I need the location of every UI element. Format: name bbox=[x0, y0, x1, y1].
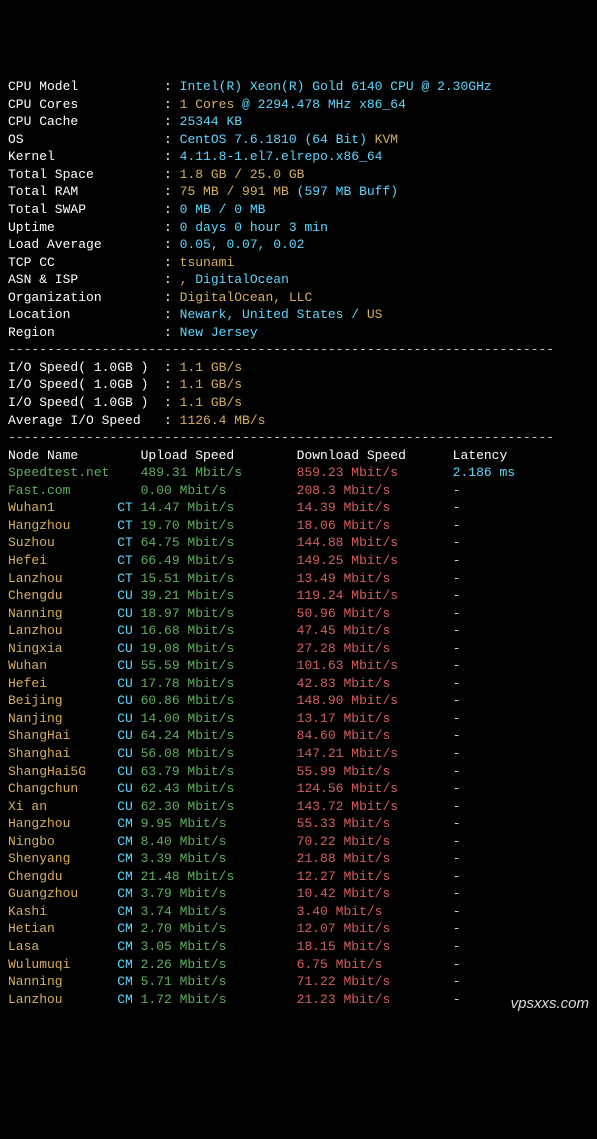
speed-row: Chengdu CM 21.48 Mbit/s 12.27 Mbit/s - bbox=[8, 868, 589, 886]
io-avg-row: Average I/O Speed : 1126.4 MB/s bbox=[8, 412, 589, 430]
sysinfo-row: Location : Newark, United States / US bbox=[8, 306, 589, 324]
speed-row: Nanning CU 18.97 Mbit/s 50.96 Mbit/s - bbox=[8, 605, 589, 623]
speed-row: Nanjing CU 14.00 Mbit/s 13.17 Mbit/s - bbox=[8, 710, 589, 728]
speed-row: Wuhan CU 55.59 Mbit/s 101.63 Mbit/s - bbox=[8, 657, 589, 675]
speed-row: Nanning CM 5.71 Mbit/s 71.22 Mbit/s - bbox=[8, 973, 589, 991]
speed-row: Beijing CU 60.86 Mbit/s 148.90 Mbit/s - bbox=[8, 692, 589, 710]
speed-row: Chengdu CU 39.21 Mbit/s 119.24 Mbit/s - bbox=[8, 587, 589, 605]
sysinfo-row: CPU Cache : 25344 KB bbox=[8, 113, 589, 131]
speed-row: Hefei CT 66.49 Mbit/s 149.25 Mbit/s - bbox=[8, 552, 589, 570]
speed-row: Changchun CU 62.43 Mbit/s 124.56 Mbit/s … bbox=[8, 780, 589, 798]
speed-row: ShangHai CU 64.24 Mbit/s 84.60 Mbit/s - bbox=[8, 727, 589, 745]
sysinfo-row: Kernel : 4.11.8-1.el7.elrepo.x86_64 bbox=[8, 148, 589, 166]
sysinfo-row: Organization : DigitalOcean, LLC bbox=[8, 289, 589, 307]
speed-row: Hangzhou CT 19.70 Mbit/s 18.06 Mbit/s - bbox=[8, 517, 589, 535]
speed-row: Fast.com 0.00 Mbit/s 208.3 Mbit/s - bbox=[8, 482, 589, 500]
speed-row: Suzhou CT 64.75 Mbit/s 144.88 Mbit/s - bbox=[8, 534, 589, 552]
speed-row: Ningbo CM 8.40 Mbit/s 70.22 Mbit/s - bbox=[8, 833, 589, 851]
speed-row: Lanzhou CT 15.51 Mbit/s 13.49 Mbit/s - bbox=[8, 570, 589, 588]
sysinfo-row: Total SWAP : 0 MB / 0 MB bbox=[8, 201, 589, 219]
terminal-output: CPU Model : Intel(R) Xeon(R) Gold 6140 C… bbox=[8, 78, 589, 1008]
separator: ----------------------------------------… bbox=[8, 429, 589, 447]
sysinfo-row: OS : CentOS 7.6.1810 (64 Bit) KVM bbox=[8, 131, 589, 149]
speed-row: Hetian CM 2.70 Mbit/s 12.07 Mbit/s - bbox=[8, 920, 589, 938]
sysinfo-row: Region : New Jersey bbox=[8, 324, 589, 342]
speed-row: Lanzhou CM 1.72 Mbit/s 21.23 Mbit/s - bbox=[8, 991, 589, 1009]
speed-row: Hefei CU 17.78 Mbit/s 42.83 Mbit/s - bbox=[8, 675, 589, 693]
speed-header-row: Node Name Upload Speed Download Speed La… bbox=[8, 447, 589, 465]
speed-row: Wulumuqi CM 2.26 Mbit/s 6.75 Mbit/s - bbox=[8, 956, 589, 974]
io-row: I/O Speed( 1.0GB ) : 1.1 GB/s bbox=[8, 394, 589, 412]
sysinfo-row: ASN & ISP : , DigitalOcean bbox=[8, 271, 589, 289]
speed-row: ShangHai5G CU 63.79 Mbit/s 55.99 Mbit/s … bbox=[8, 763, 589, 781]
sysinfo-row: CPU Cores : 1 Cores @ 2294.478 MHz x86_6… bbox=[8, 96, 589, 114]
speed-row: Shenyang CM 3.39 Mbit/s 21.88 Mbit/s - bbox=[8, 850, 589, 868]
speed-row: Kashi CM 3.74 Mbit/s 3.40 Mbit/s - bbox=[8, 903, 589, 921]
speed-row: Ningxia CU 19.08 Mbit/s 27.28 Mbit/s - bbox=[8, 640, 589, 658]
speed-row: Lanzhou CU 16.68 Mbit/s 47.45 Mbit/s - bbox=[8, 622, 589, 640]
sysinfo-row: Uptime : 0 days 0 hour 3 min bbox=[8, 219, 589, 237]
sysinfo-row: CPU Model : Intel(R) Xeon(R) Gold 6140 C… bbox=[8, 78, 589, 96]
speed-row: Xi an CU 62.30 Mbit/s 143.72 Mbit/s - bbox=[8, 798, 589, 816]
sysinfo-row: Load Average : 0.05, 0.07, 0.02 bbox=[8, 236, 589, 254]
sysinfo-row: Total Space : 1.8 GB / 25.0 GB bbox=[8, 166, 589, 184]
speed-row: Hangzhou CM 9.95 Mbit/s 55.33 Mbit/s - bbox=[8, 815, 589, 833]
speed-row: Lasa CM 3.05 Mbit/s 18.15 Mbit/s - bbox=[8, 938, 589, 956]
sysinfo-row: Total RAM : 75 MB / 991 MB (597 MB Buff) bbox=[8, 183, 589, 201]
speed-row: Shanghai CU 56.08 Mbit/s 147.21 Mbit/s - bbox=[8, 745, 589, 763]
speed-row: Speedtest.net 489.31 Mbit/s 859.23 Mbit/… bbox=[8, 464, 589, 482]
speed-row: Wuhan1 CT 14.47 Mbit/s 14.39 Mbit/s - bbox=[8, 499, 589, 517]
io-row: I/O Speed( 1.0GB ) : 1.1 GB/s bbox=[8, 376, 589, 394]
speed-row: Guangzhou CM 3.79 Mbit/s 10.42 Mbit/s - bbox=[8, 885, 589, 903]
sysinfo-row: TCP CC : tsunami bbox=[8, 254, 589, 272]
separator: ----------------------------------------… bbox=[8, 341, 589, 359]
io-row: I/O Speed( 1.0GB ) : 1.1 GB/s bbox=[8, 359, 589, 377]
